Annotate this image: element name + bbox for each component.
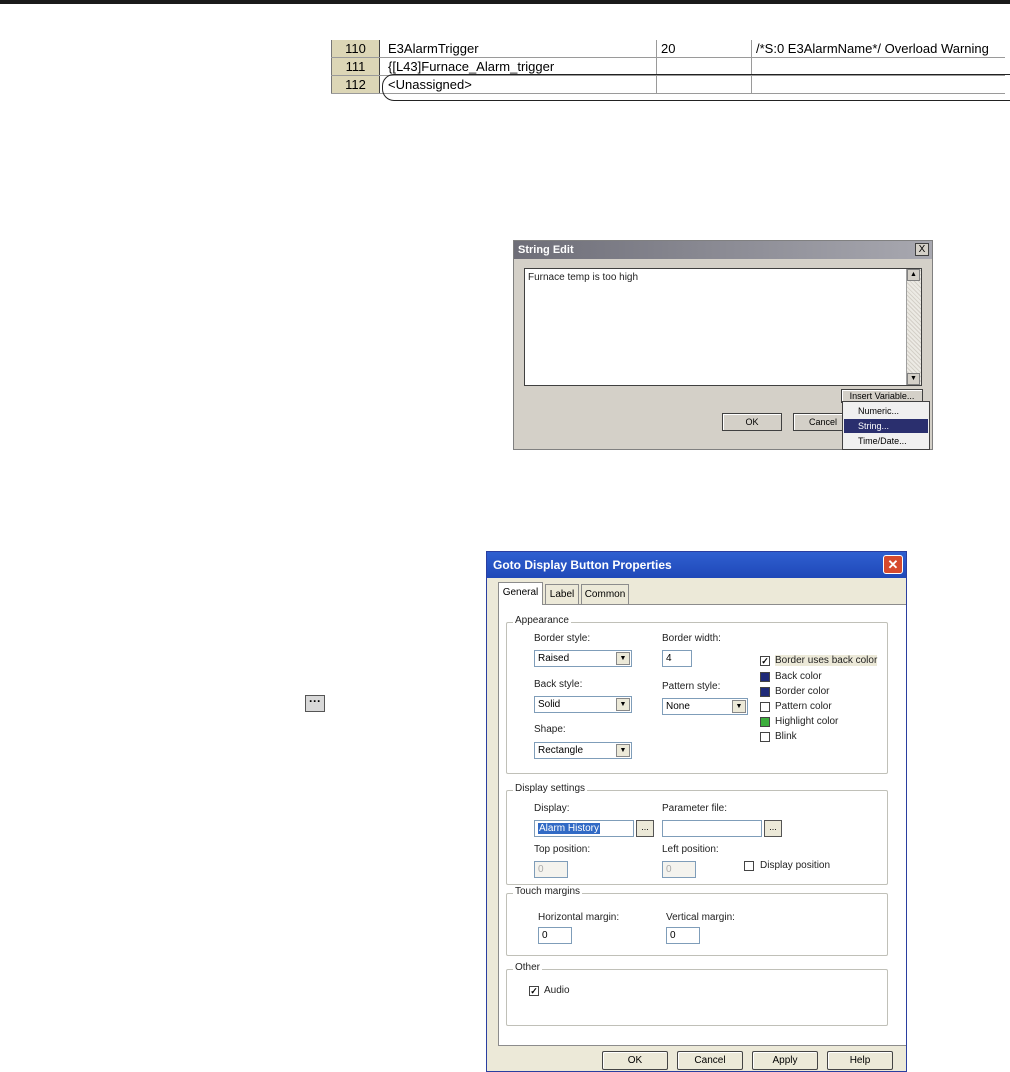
dialog-title: String Edit <box>514 241 932 259</box>
display-position-checkbox[interactable] <box>744 861 754 871</box>
left-position-label: Left position: <box>662 844 719 855</box>
menu-item-time-date[interactable]: Time/Date... <box>844 434 928 448</box>
highlight-color-swatch[interactable] <box>760 717 770 727</box>
goto-display-properties-dialog: Goto Display Button Properties ✕ General… <box>486 551 907 1072</box>
border-color-label: Border color <box>775 686 830 697</box>
cancel-button[interactable]: Cancel <box>677 1051 743 1070</box>
chevron-down-icon[interactable]: ▼ <box>732 700 746 713</box>
border-width-input[interactable]: 4 <box>662 650 692 667</box>
table-row[interactable]: 110 E3AlarmTrigger 20 /*S:0 E3AlarmName*… <box>331 40 1005 58</box>
menu-item-numeric[interactable]: Numeric... <box>844 404 928 418</box>
chevron-down-icon[interactable]: ▼ <box>616 744 630 757</box>
pattern-style-label: Pattern style: <box>662 681 721 692</box>
ellipsis-icon: ··· <box>305 695 325 712</box>
pattern-style-select[interactable]: None ▼ <box>662 698 748 715</box>
highlight-color-label: Highlight color <box>775 716 839 727</box>
trigger-name-cell[interactable]: {[L43]Furnace_Alarm_trigger <box>384 58 657 75</box>
blink-checkbox[interactable] <box>760 732 770 742</box>
border-uses-back-label: Border uses back color <box>775 655 878 666</box>
audio-checkbox[interactable]: ✓ <box>529 986 539 996</box>
vertical-scrollbar[interactable]: ▲ ▼ <box>906 269 921 385</box>
group-title: Other <box>513 962 543 973</box>
top-position-label: Top position: <box>534 844 591 855</box>
vertical-margin-input[interactable]: 0 <box>666 927 700 944</box>
chevron-down-icon[interactable]: ▼ <box>616 698 630 711</box>
ok-button[interactable]: OK <box>602 1051 668 1070</box>
display-settings-group: Display settings Display: Alarm History … <box>506 783 888 885</box>
top-position-input[interactable]: 0 <box>534 861 568 878</box>
back-style-label: Back style: <box>534 679 583 690</box>
tab-label[interactable]: Label <box>545 584 579 604</box>
blink-label: Blink <box>775 731 797 742</box>
parameter-file-label: Parameter file: <box>662 803 728 814</box>
close-icon[interactable]: X <box>915 243 929 256</box>
group-title: Touch margins <box>513 886 583 897</box>
row-number: 111 <box>331 58 380 75</box>
vertical-margin-label: Vertical margin: <box>666 912 735 923</box>
border-color-swatch[interactable] <box>760 687 770 697</box>
border-style-label: Border style: <box>534 633 591 644</box>
general-tab-panel: Appearance Border style: Raised ▼ Border… <box>498 604 906 1046</box>
other-group: Other ✓ Audio <box>506 962 888 1026</box>
message-textarea[interactable]: Furnace temp is too high ▲ ▼ <box>524 268 922 386</box>
insert-variable-menu: Numeric... String... Time/Date... <box>842 401 930 450</box>
back-color-swatch[interactable] <box>760 672 770 682</box>
border-style-select[interactable]: Raised ▼ <box>534 650 632 667</box>
dialog-title: Goto Display Button Properties <box>487 552 906 578</box>
browse-display-button[interactable]: ... <box>636 820 654 837</box>
group-title: Display settings <box>513 783 588 794</box>
back-color-label: Back color <box>775 671 822 682</box>
tab-general[interactable]: General <box>498 582 543 605</box>
scroll-up-icon[interactable]: ▲ <box>907 269 920 281</box>
trigger-message-cell[interactable]: /*S:0 E3AlarmName*/ Overload Warning <box>752 40 1005 57</box>
trigger-message-cell[interactable] <box>752 58 1005 75</box>
row-number: 110 <box>331 40 380 57</box>
audio-label: Audio <box>544 985 570 996</box>
help-button[interactable]: Help <box>827 1051 893 1070</box>
display-position-label: Display position <box>760 860 831 871</box>
back-style-select[interactable]: Solid ▼ <box>534 696 632 713</box>
pattern-color-label: Pattern color <box>775 701 832 712</box>
row-highlight-outline <box>382 74 1010 101</box>
message-text: Furnace temp is too high <box>528 272 639 283</box>
trigger-value-cell[interactable]: 20 <box>657 40 752 57</box>
row-number: 112 <box>331 76 380 93</box>
border-uses-back-checkbox[interactable]: ✓ <box>760 656 770 666</box>
back-style-value: Solid <box>538 699 561 710</box>
left-position-input[interactable]: 0 <box>662 861 696 878</box>
trigger-value-cell[interactable] <box>657 58 752 75</box>
pattern-style-value: None <box>666 701 690 712</box>
horizontal-margin-input[interactable]: 0 <box>538 927 572 944</box>
horizontal-margin-label: Horizontal margin: <box>538 912 620 923</box>
touch-margins-group: Touch margins Horizontal margin: 0 Verti… <box>506 886 888 956</box>
border-width-label: Border width: <box>662 633 721 644</box>
top-rule <box>0 0 1010 4</box>
chevron-down-icon[interactable]: ▼ <box>616 652 630 665</box>
shape-select[interactable]: Rectangle ▼ <box>534 742 632 759</box>
appearance-group: Appearance Border style: Raised ▼ Border… <box>506 615 888 774</box>
border-style-value: Raised <box>538 653 570 664</box>
shape-label: Shape: <box>534 724 566 735</box>
pattern-color-swatch[interactable] <box>760 702 770 712</box>
browse-parameter-button[interactable]: ... <box>764 820 782 837</box>
apply-button[interactable]: Apply <box>752 1051 818 1070</box>
trigger-name-cell[interactable]: E3AlarmTrigger <box>384 40 657 57</box>
tab-common[interactable]: Common <box>581 584 629 604</box>
scroll-down-icon[interactable]: ▼ <box>907 373 920 385</box>
display-label: Display: <box>534 803 570 814</box>
display-input[interactable]: Alarm History <box>534 820 634 837</box>
menu-item-string[interactable]: String... <box>844 419 928 433</box>
parameter-file-input[interactable] <box>662 820 762 837</box>
ok-button[interactable]: OK <box>722 413 782 431</box>
display-value: Alarm History <box>538 823 601 834</box>
close-icon[interactable]: ✕ <box>883 555 903 574</box>
group-title: Appearance <box>513 615 571 626</box>
shape-value: Rectangle <box>538 745 584 756</box>
